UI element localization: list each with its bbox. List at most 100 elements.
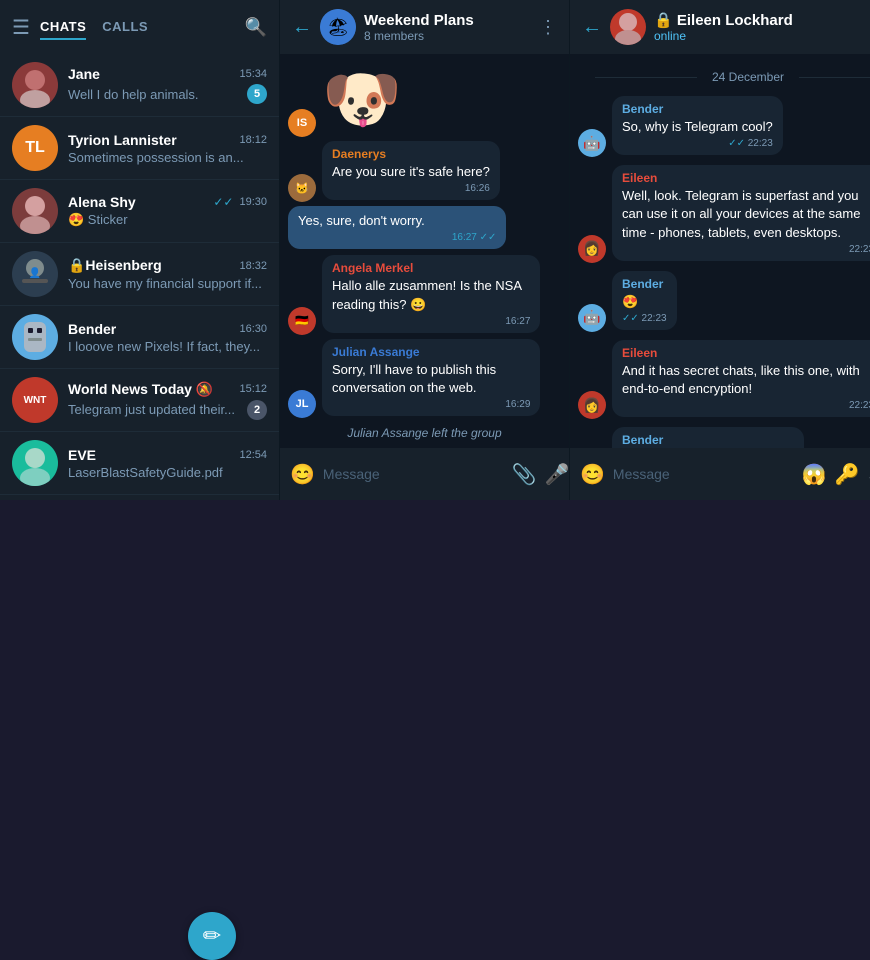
chat-item-jane[interactable]: Jane 15:34 Well I do help animals. 5 [0, 54, 279, 117]
tab-chats[interactable]: CHATS [40, 15, 86, 40]
chat-preview-tyrion: Sometimes possession is an... [68, 150, 267, 165]
group-header-actions: ⋮ [539, 17, 557, 38]
chat-preview-worldnews: Telegram just updated their... [68, 402, 235, 417]
bubble-bender3: Bender End encryption to what end?? ✓✓ 2… [612, 427, 804, 448]
private-title: 🔒 Eileen Lockhard [654, 11, 866, 29]
checkmark-alena: ✓✓ [213, 195, 233, 209]
msg-row-eileen2: 👩 Eileen And it has secret chats, like t… [578, 340, 870, 419]
chat-time-eve: 12:54 [239, 449, 267, 461]
msg-daenerys: 🐱 Daenerys Are you sure it's safe here? … [288, 141, 561, 202]
sender-bender1: Bender [622, 102, 773, 116]
avatar-is: IS [288, 109, 316, 137]
msg-row-bender2: 🤖 Bender 😍 ✓✓ 22:23 [578, 271, 870, 332]
chat-info-tyrion: Tyrion Lannister 18:12 Sometimes possess… [68, 132, 267, 165]
avatar-eileen-header [610, 9, 646, 45]
attach-icon[interactable]: 📎 [512, 462, 537, 487]
text-eileen2: And it has secret chats, like this one, … [622, 362, 870, 398]
chat-time-jane: 15:34 [239, 68, 267, 80]
chat-item-tyrion[interactable]: TL Tyrion Lannister 18:12 Sometimes poss… [0, 117, 279, 180]
badge-jane: 5 [247, 84, 267, 104]
chat-item-eve[interactable]: EVE 12:54 LaserBlastSafetyGuide.pdf [0, 432, 279, 495]
chat-time-tyrion: 18:12 [239, 134, 267, 146]
time-eileen1: 22:23 [622, 244, 870, 255]
emoji-icon-private[interactable]: 😊 [580, 462, 605, 487]
chat-item-nick[interactable]: Nick 22 [0, 495, 279, 500]
top-bar: ☰ CHATS CALLS 🔍 [0, 0, 279, 54]
time-julian: 16:29 [332, 399, 530, 410]
more-options-icon[interactable]: ⋮ [539, 17, 557, 38]
chat-item-alena[interactable]: Alena Shy ✓✓ 19:30 😍 Sticker [0, 180, 279, 243]
date-divider: 24 December [578, 62, 870, 92]
emoji-icon[interactable]: 😊 [290, 462, 315, 487]
text-angela: Hallo alle zusammen! Is the NSA reading … [332, 277, 530, 313]
avatar-daenerys: 🐱 [288, 174, 316, 202]
private-message-input[interactable] [613, 466, 794, 482]
chat-info-bender: Bender 16:30 I looove new Pixels! If fac… [68, 321, 267, 354]
compose-fab[interactable]: ✏ [188, 912, 236, 960]
chat-info-jane: Jane 15:34 Well I do help animals. 5 [68, 66, 267, 104]
chat-name-eve: EVE [68, 447, 96, 463]
group-chat-header: ← 🏖 Weekend Plans 8 members ⋮ [280, 0, 569, 54]
text-julian: Sorry, I'll have to publish this convers… [332, 361, 530, 397]
chat-time-worldnews: 15:12 [239, 383, 267, 395]
bubble-eileen1: Eileen Well, look. Telegram is superfast… [612, 165, 870, 261]
group-chat-panel: ← 🏖 Weekend Plans 8 members ⋮ IS 🐶 🐱 Dae… [280, 0, 570, 500]
svg-text:👤: 👤 [29, 266, 41, 279]
svg-text:🏖: 🏖 [327, 17, 350, 37]
bubble-outgoing: Yes, sure, don't worry. 16:27 ✓✓ [288, 206, 506, 249]
sender-bender2: Bender [622, 277, 667, 291]
bubble-bender2: Bender 😍 ✓✓ 22:23 [612, 271, 677, 330]
mic-icon[interactable]: 🎤 [545, 462, 570, 487]
chat-name-heisenberg: 🔒Heisenberg [68, 257, 162, 274]
group-input-bar: 😊 📎 🎤 [280, 448, 569, 500]
bubble-angela: Angela Merkel Hallo alle zusammen! Is th… [322, 255, 540, 332]
chat-item-bender[interactable]: Bender 16:30 I looove new Pixels! If fac… [0, 306, 279, 369]
private-chat-header: ← 🔒 Eileen Lockhard online ⏱ ⋮ [570, 0, 870, 54]
avatar-bender-chat2: 🤖 [578, 304, 606, 332]
avatar-bender-chat: 🤖 [578, 129, 606, 157]
private-messages: 24 December 🤖 Bender So, why is Telegram… [570, 54, 870, 448]
private-input-bar: 😊 😱 🔑 👋 ▶ [570, 448, 870, 500]
msg-row-eileen1: 👩 Eileen Well, look. Telegram is superfa… [578, 165, 870, 263]
chat-preview-jane: Well I do help animals. [68, 87, 199, 102]
group-header-info: Weekend Plans 8 members [364, 12, 531, 43]
avatar-eve [12, 440, 58, 486]
chat-preview-eve: LaserBlastSafetyGuide.pdf [68, 465, 267, 480]
group-messages: IS 🐶 🐱 Daenerys Are you sure it's safe h… [280, 54, 569, 448]
emoji2-icon[interactable]: 😱 [802, 462, 827, 487]
text-eileen1: Well, look. Telegram is superfast and yo… [622, 187, 870, 242]
chat-info-worldnews: World News Today 🔕 15:12 Telegram just u… [68, 381, 267, 420]
back-button[interactable]: ← [292, 16, 312, 39]
system-msg-julian: Julian Assange left the group [288, 422, 561, 444]
time-bender2: ✓✓ 22:23 [622, 313, 667, 324]
time-eileen2: 22:23 [622, 400, 870, 411]
tab-calls[interactable]: CALLS [102, 15, 148, 40]
msg-row-bender1: 🤖 Bender So, why is Telegram cool? ✓✓ 22… [578, 96, 870, 157]
private-chat-panel: ← 🔒 Eileen Lockhard online ⏱ ⋮ 24 Decemb… [570, 0, 870, 500]
private-back-button[interactable]: ← [582, 16, 602, 39]
online-status: online [654, 29, 866, 43]
sender-eileen1: Eileen [622, 171, 870, 185]
chat-preview-alena: 😍 Sticker [68, 212, 267, 228]
bubble-bender1: Bender So, why is Telegram cool? ✓✓ 22:2… [612, 96, 783, 155]
key-icon[interactable]: 🔑 [835, 462, 860, 487]
group-avatar: 🏖 [320, 9, 356, 45]
chat-item-worldnews[interactable]: WNT World News Today 🔕 15:12 Telegram ju… [0, 369, 279, 432]
chat-time-heisenberg: 18:32 [239, 260, 267, 272]
chat-item-heisenberg[interactable]: 👤 🔒Heisenberg 18:32 You have my financia… [0, 243, 279, 306]
avatar-alena [12, 188, 58, 234]
avatar-julian: JL [288, 390, 316, 418]
msg-sticker: IS 🐶 [288, 62, 561, 137]
search-icon[interactable]: 🔍 [245, 17, 267, 38]
msg-row-bender3: 🤖 Bender End encryption to what end?? ✓✓… [578, 427, 870, 448]
chat-name-tyrion: Tyrion Lannister [68, 132, 177, 148]
text-daenerys: Are you sure it's safe here? [332, 163, 490, 181]
group-subtitle: 8 members [364, 29, 531, 43]
avatar-heisenberg: 👤 [12, 251, 58, 297]
group-message-input[interactable] [323, 466, 504, 482]
msg-outgoing-sure: Yes, sure, don't worry. 16:27 ✓✓ [288, 206, 561, 251]
chat-info-alena: Alena Shy ✓✓ 19:30 😍 Sticker [68, 194, 267, 228]
sender-angela: Angela Merkel [332, 261, 530, 275]
menu-icon[interactable]: ☰ [12, 15, 30, 40]
chat-time-bender: 16:30 [239, 323, 267, 335]
